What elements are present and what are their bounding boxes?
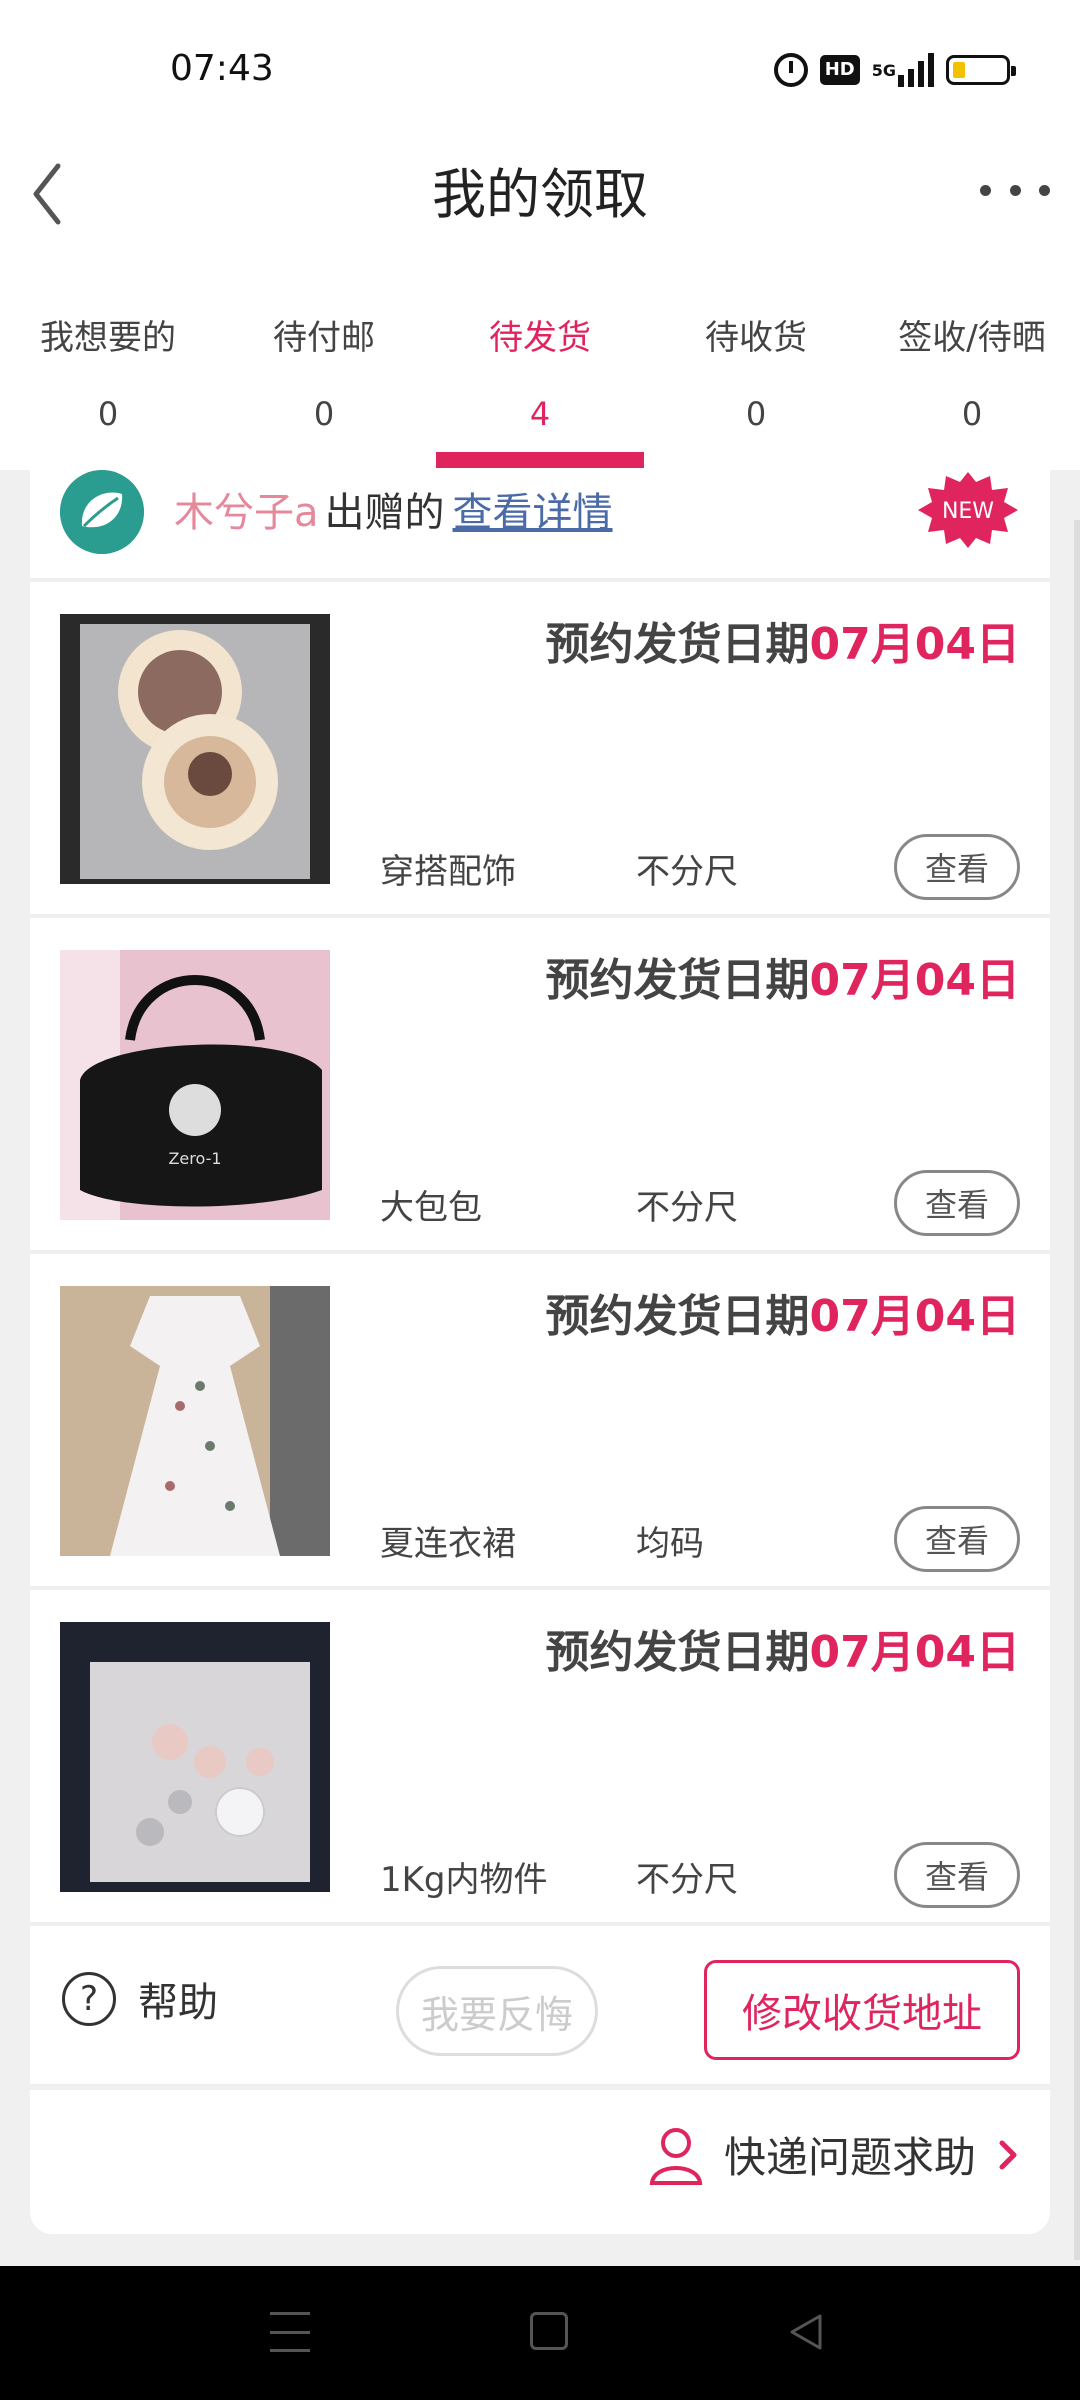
- tab-pending-shipment[interactable]: 待发货 4: [432, 270, 648, 470]
- nav-bar: 我的领取: [0, 140, 1080, 270]
- status-icons: HD 5G: [773, 52, 1016, 88]
- view-details-link[interactable]: 查看详情: [453, 490, 613, 536]
- active-tab-indicator: [436, 452, 644, 468]
- tab-count: 0: [745, 395, 767, 433]
- list-item[interactable]: Zero-1 预约发货日期07月04日 大包包 不分尺 查看: [30, 918, 1050, 1252]
- avatar[interactable]: [60, 470, 144, 554]
- chevron-right-icon: [999, 2140, 1017, 2169]
- tab-label: 待收货: [705, 318, 807, 358]
- tab-label: 签收/待晒: [898, 318, 1046, 358]
- alarm-icon: [773, 52, 808, 88]
- list-item[interactable]: 预约发货日期07月04日 夏连衣裙 均码 查看: [30, 1254, 1050, 1588]
- svg-text:NEW: NEW: [942, 499, 994, 524]
- view-button[interactable]: 查看: [894, 834, 1020, 900]
- view-button[interactable]: 查看: [894, 1170, 1020, 1236]
- status-time: 07:43: [170, 48, 274, 89]
- action-bar: ? 帮助 我要反悔 修改收货地址: [30, 1926, 1050, 2086]
- status-bar: 07:43 HD 5G: [0, 0, 1080, 140]
- more-icon[interactable]: [980, 170, 1050, 210]
- view-button[interactable]: 查看: [894, 1842, 1020, 1908]
- scrollbar[interactable]: [1074, 520, 1080, 2260]
- help-label: 帮助: [138, 1980, 218, 2026]
- tab-label: 待发货: [489, 318, 591, 358]
- back-triangle-icon[interactable]: [786, 2312, 826, 2352]
- home-icon[interactable]: [530, 2312, 568, 2350]
- person-icon: [649, 2127, 703, 2185]
- new-badge: NEW: [916, 470, 1020, 550]
- tab-pending-receipt[interactable]: 待收货 0: [648, 270, 864, 470]
- item-size: 不分尺: [636, 1860, 738, 1900]
- giver-text: 出赠的: [324, 490, 445, 536]
- tab-pending-postage[interactable]: 待付邮 0: [216, 270, 432, 470]
- list-item[interactable]: 预约发货日期07月04日 穿搭配饰 不分尺 查看: [30, 582, 1050, 916]
- hd-icon: HD: [819, 52, 860, 88]
- giver-name[interactable]: 木兮子a: [174, 490, 319, 536]
- svg-text:Zero-1: Zero-1: [168, 1149, 221, 1168]
- ship-date: 预约发货日期07月04日: [545, 1627, 1020, 1678]
- giver-line: 木兮子a 出赠的 查看详情: [174, 480, 613, 538]
- express-help-label: 快递问题求助: [723, 2133, 976, 2182]
- express-help-bar: 快递问题求助: [30, 2090, 1050, 2234]
- express-help-link[interactable]: 快递问题求助: [648, 2124, 1020, 2185]
- item-size: 不分尺: [636, 852, 738, 892]
- item-size: 不分尺: [636, 1188, 738, 1228]
- view-button[interactable]: 查看: [894, 1506, 1020, 1572]
- tab-count: 4: [529, 395, 551, 433]
- item-name: 1Kg内物件: [380, 1860, 548, 1900]
- tab-label: 待付邮: [273, 318, 375, 358]
- item-image-trinkets[interactable]: [60, 1622, 330, 1892]
- item-size: 均码: [636, 1524, 704, 1564]
- signal-icon: 5G: [872, 52, 934, 88]
- item-image-bag[interactable]: Zero-1: [60, 950, 330, 1220]
- tab-count: 0: [313, 395, 335, 433]
- page-title: 我的领取: [432, 163, 648, 226]
- menu-icon[interactable]: [270, 2312, 310, 2352]
- tab-count: 0: [97, 395, 119, 433]
- list-item[interactable]: 预约发货日期07月04日 1Kg内物件 不分尺 查看: [30, 1590, 1050, 1924]
- giver-header: 木兮子a 出赠的 查看详情 NEW: [30, 470, 1050, 580]
- ship-date: 预约发货日期07月04日: [545, 619, 1020, 670]
- tab-wanted[interactable]: 我想要的 0: [0, 270, 216, 470]
- tab-signed-review[interactable]: 签收/待晒 0: [864, 270, 1080, 470]
- item-name: 穿搭配饰: [380, 852, 516, 892]
- item-image-dress[interactable]: [60, 1286, 330, 1556]
- ship-date: 预约发货日期07月04日: [545, 1291, 1020, 1342]
- battery-icon: [946, 52, 1016, 88]
- item-name: 大包包: [380, 1188, 482, 1228]
- item-name: 夏连衣裙: [380, 1524, 516, 1564]
- change-address-button[interactable]: 修改收货地址: [704, 1960, 1020, 2060]
- regret-button[interactable]: 我要反悔: [396, 1966, 598, 2056]
- system-nav-bar: [0, 2266, 1080, 2400]
- tab-label: 我想要的: [40, 318, 176, 358]
- ship-date: 预约发货日期07月04日: [545, 955, 1020, 1006]
- help-icon: ?: [62, 1972, 116, 2026]
- item-image-accessories[interactable]: [60, 614, 330, 884]
- status-tabs: 我想要的 0 待付邮 0 待发货 4 待收货 0 签收/待晒 0: [0, 270, 1080, 470]
- tab-count: 0: [961, 395, 983, 433]
- help-button[interactable]: ? 帮助: [62, 1970, 218, 2028]
